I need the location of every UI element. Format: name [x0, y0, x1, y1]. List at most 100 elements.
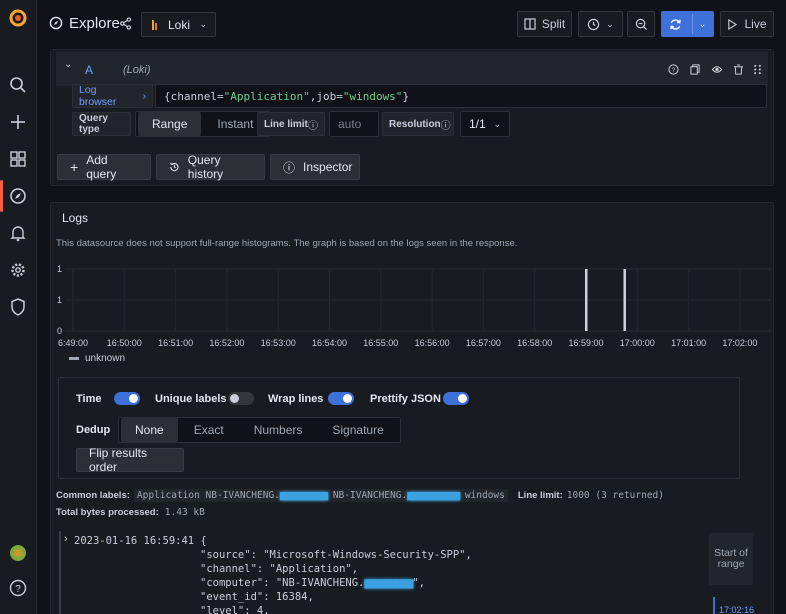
total-bytes-value: 1.43 kB: [164, 507, 205, 518]
x-tick-label: 16:52:00: [209, 338, 244, 348]
add-query-button[interactable]: + Add query: [57, 153, 151, 181]
log-row[interactable]: › 2023-01-16 16:59:41 { "source": "Micro…: [59, 531, 699, 614]
run-query-button[interactable]: ⌄: [661, 11, 714, 37]
bell-icon[interactable]: [8, 223, 28, 243]
inspector-button[interactable]: ⓘ Inspector: [270, 154, 360, 180]
search-icon[interactable]: [8, 75, 28, 95]
info-icon: ⓘ: [283, 160, 296, 175]
log-line-computer: "computer": "NB-IVANCHENG.▆▆▆▆▆▆▆▆▆",: [200, 577, 425, 589]
grafana-logo-icon[interactable]: [8, 8, 28, 28]
x-tick-label: 16:57:00: [466, 338, 501, 348]
chevron-down-icon[interactable]: ⌄: [699, 19, 707, 30]
start-of-range-button[interactable]: Start of range: [709, 533, 753, 585]
datasource-picker[interactable]: Loki ⌄: [141, 12, 216, 37]
dedup-exact[interactable]: Exact: [180, 418, 238, 442]
split-button[interactable]: Split: [517, 11, 572, 37]
histogram-notice: This datasource does not support full-ra…: [56, 238, 518, 249]
zoom-out-button[interactable]: [627, 11, 655, 37]
gear-icon[interactable]: [8, 260, 28, 280]
dedup-signature[interactable]: Signature: [318, 418, 397, 442]
live-button[interactable]: Live: [720, 11, 774, 37]
query-history-button[interactable]: Query history: [156, 153, 265, 181]
trash-icon[interactable]: [733, 64, 744, 75]
dedup-numbers[interactable]: Numbers: [240, 418, 317, 442]
common-label-part: Application NB-IVANCHENG.: [136, 490, 280, 501]
legend-swatch: [69, 357, 79, 360]
flip-results-button[interactable]: Flip results order: [76, 446, 184, 474]
query-type-range[interactable]: Range: [138, 112, 202, 136]
query-ref-id[interactable]: A: [85, 63, 93, 77]
common-label-tag: Application NB-IVANCHENG.▆▆▆▆▆▆▆▆▆▆ NB-I…: [133, 489, 508, 502]
query-row-header: ⌄ A (Loki) ?: [56, 52, 768, 86]
avatar[interactable]: [8, 543, 28, 563]
divider: [691, 14, 693, 34]
query-expression-input[interactable]: {channel= "Application" ,job= "windows"}: [155, 84, 767, 108]
line-limit-stat-value: 1000 (3 returned): [566, 490, 664, 501]
x-tick-label: 17:01:00: [671, 338, 706, 348]
chevron-down-icon[interactable]: ⌄: [64, 59, 72, 70]
log-line: "computer": "NB-IVANCHENG.: [200, 577, 365, 589]
chevron-down-icon: ⌄: [606, 18, 614, 29]
common-labels-label: Common labels:: [56, 490, 130, 501]
total-bytes-label: Total bytes processed:: [56, 507, 159, 518]
range-time: 17:02:16: [719, 605, 755, 614]
sync-icon: [669, 18, 681, 30]
x-tick-label: 6:49:00: [58, 338, 88, 348]
x-tick-label: 16:54:00: [312, 338, 347, 348]
query-editor-panel: ⌄ A (Loki) ? Log browser › {channel= "Ap…: [50, 49, 774, 186]
unique-labels-toggle[interactable]: [228, 392, 254, 405]
shield-icon[interactable]: [8, 297, 28, 317]
time-toggle[interactable]: [114, 392, 140, 405]
x-tick-label: 16:53:00: [261, 338, 296, 348]
plus-icon[interactable]: [8, 112, 28, 132]
plus-icon: +: [70, 159, 79, 175]
time-picker-button[interactable]: ⌄: [578, 11, 623, 37]
explore-compass-icon[interactable]: [8, 186, 28, 206]
dashboards-icon[interactable]: [8, 149, 28, 169]
log-options-box: Time Unique labels Wrap lines Prettify J…: [58, 377, 740, 479]
x-tick-label: 16:56:00: [415, 338, 450, 348]
resolution-value: 1/1: [469, 117, 486, 131]
info-icon[interactable]: ⓘ: [441, 117, 451, 132]
drag-handle-icon[interactable]: [753, 64, 762, 75]
expr-value: "windows": [342, 89, 403, 103]
x-tick-label: 16:51:00: [158, 338, 193, 348]
prettify-json-toggle[interactable]: [443, 392, 469, 405]
datasource-name: Loki: [168, 17, 191, 32]
flip-results-label: Flip results order: [89, 446, 148, 474]
dedup-label: Dedup: [76, 424, 111, 436]
line-limit-input[interactable]: auto: [329, 111, 379, 137]
wrap-lines-toggle[interactable]: [328, 392, 354, 405]
help-icon[interactable]: ?: [8, 578, 28, 598]
redacted-text: ▆▆▆▆▆▆▆▆▆: [364, 577, 413, 589]
line-limit-label: Line limit: [264, 118, 308, 130]
y-tick-label: 1: [57, 295, 62, 305]
histogram-bar: [585, 269, 588, 331]
chevron-right-icon: ›: [142, 90, 147, 102]
resolution-label: Resolution: [389, 118, 441, 130]
help-icon[interactable]: ?: [668, 64, 679, 75]
log-browser-button[interactable]: Log browser ›: [72, 84, 153, 108]
common-label-part: NB-IVANCHENG.: [327, 490, 408, 501]
chevron-right-icon[interactable]: ›: [64, 533, 68, 545]
copy-icon[interactable]: [690, 64, 701, 75]
common-label-part: windows: [459, 490, 505, 501]
loki-logo-icon: [152, 19, 157, 30]
y-tick-label: 0: [57, 326, 62, 336]
eye-icon[interactable]: [711, 64, 723, 75]
info-icon[interactable]: ⓘ: [308, 117, 318, 132]
total-bytes: Total bytes processed: 1.43 kB: [56, 507, 205, 518]
dedup-radio: None Exact Numbers Signature: [118, 417, 401, 443]
share-icon[interactable]: [119, 17, 132, 30]
log-line: "channel": "Application",: [200, 563, 359, 575]
zoom-out-icon: [635, 18, 647, 30]
log-timestamp: 2023-01-16 16:59:41 {: [74, 535, 207, 547]
dedup-none[interactable]: None: [121, 418, 178, 442]
legend: unknown: [69, 353, 125, 364]
range-navigator-marker[interactable]: 17:02:16: [713, 597, 763, 614]
wrap-lines-toggle-label: Wrap lines: [268, 393, 324, 405]
svg-text:?: ?: [672, 67, 676, 74]
resolution-select[interactable]: 1/1 ⌄: [460, 111, 510, 137]
logs-title: Logs: [62, 211, 89, 225]
y-tick-label: 1: [57, 264, 62, 274]
